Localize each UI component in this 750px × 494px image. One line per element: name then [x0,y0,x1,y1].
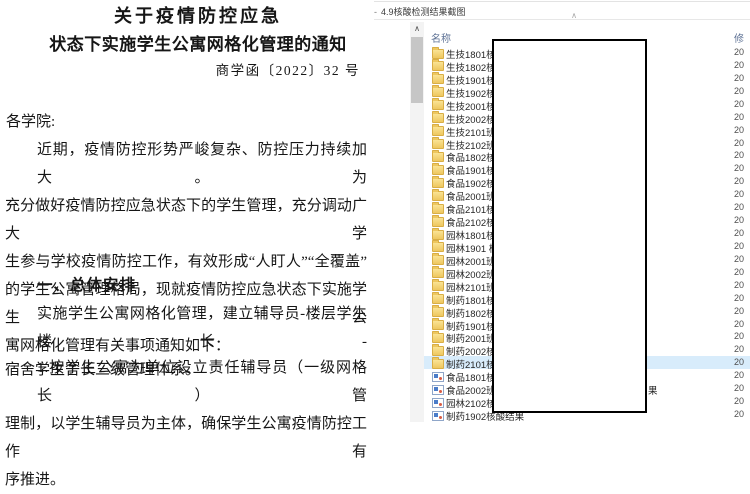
folder-icon [432,126,444,136]
file-date-fragment: 20 [734,138,744,148]
sort-ascending-icon[interactable]: ∧ [566,12,582,20]
file-date-fragment: 20 [734,331,744,341]
folder-icon [432,178,444,188]
doc-number: 商学函〔2022〕32 号 [0,59,360,79]
file-date-fragment: 20 [734,189,744,199]
folder-icon [432,113,444,123]
file-date-fragment: 20 [734,60,744,70]
doc-line: 充分做好疫情防控应急状态下的学生管理，充分调动广大学 [5,192,367,248]
folder-icon [432,191,444,201]
file-name-tail: 果 [648,383,658,397]
file-date-fragment: 20 [734,241,744,251]
doc-salutation: 各学院: [6,110,55,131]
doc-line: 理制，以学生辅导员为主体，确保学生公寓疫情防控工作有 [5,410,367,466]
scroll-up-icon[interactable]: ∧ [410,24,424,33]
doc-title-line2: 状态下实施学生公寓网格化管理的通知 [0,30,396,55]
scrollbar-thumb[interactable] [411,37,423,103]
file-date-fragment: 20 [734,228,744,238]
folder-icon [432,320,444,330]
file-date-fragment: 20 [734,99,744,109]
folder-icon [432,139,444,149]
document-pane: 关于疫情防控应急 状态下实施学生公寓网格化管理的通知 商学函〔2022〕32 号… [0,0,396,422]
file-date-fragment: 20 [734,357,744,367]
file-date-fragment: 20 [734,86,744,96]
folder-icon [432,230,444,240]
file-date-fragment: 20 [734,396,744,406]
folder-icon [432,204,444,214]
folder-icon [432,242,444,252]
breadcrumb-separator: - [374,7,377,17]
column-header-name[interactable]: 名称 [431,30,451,45]
file-date-fragment: 20 [734,73,744,83]
file-date-fragment: 20 [734,370,744,380]
file-date-fragment: 20 [734,409,744,419]
panel-title-row: -4.9核酸检测结果截图 [374,5,466,18]
file-date-fragment: 20 [734,267,744,277]
file-date-fragment: 20 [734,319,744,329]
redaction-box [492,39,647,413]
folder-icon [432,346,444,356]
document-icon [432,398,444,408]
document-icon [432,411,444,421]
doc-line: 近期，疫情防控形势严峻复杂、防控压力持续加大。为 [5,136,367,192]
file-date-fragment: 20 [734,47,744,57]
folder-icon [432,333,444,343]
document-icon [432,385,444,395]
panel-top-border [374,1,750,2]
doc-paragraph-3: 1.按学生公寓为单位设立责任辅导员（一级网格长）管 理制，以学生辅导员为主体，确… [5,354,367,494]
folder-icon [432,217,444,227]
folder-icon [432,294,444,304]
folder-icon [432,100,444,110]
doc-line: 1.按学生公寓为单位设立责任辅导员（一级网格长）管 [5,354,367,410]
file-date-fragment: 20 [734,125,744,135]
folder-icon [432,165,444,175]
file-date-fragment: 20 [734,202,744,212]
document-icon [432,372,444,382]
doc-line: 实施学生公寓网格化管理，建立辅导员-楼层学生楼长- [5,300,367,356]
folder-icon [432,152,444,162]
folder-icon [432,87,444,97]
doc-line: 序推进。 [5,466,367,494]
file-date-fragment: 20 [734,254,744,264]
folder-icon [432,359,444,369]
panel-title[interactable]: 4.9核酸检测结果截图 [381,7,466,17]
file-date-fragment: 20 [734,383,744,393]
doc-title-line1: 关于疫情防控应急 [0,2,396,28]
folder-icon [432,49,444,59]
column-header-modified[interactable]: 修 [734,30,744,45]
file-date-fragment: 20 [734,176,744,186]
folder-icon [432,74,444,84]
file-date-fragment: 20 [734,280,744,290]
file-date-fragment: 20 [734,112,744,122]
file-date-fragment: 20 [734,163,744,173]
file-date-fragment: 20 [734,215,744,225]
folder-icon [432,268,444,278]
file-date-fragment: 20 [734,306,744,316]
file-date-fragment: 20 [734,150,744,160]
folder-icon [432,307,444,317]
file-date-fragment: 20 [734,293,744,303]
doc-section-heading: 一、总体安排 [37,272,136,300]
folder-icon [432,281,444,291]
folder-icon [432,255,444,265]
file-date-fragment: 20 [734,344,744,354]
folder-icon [432,61,444,71]
panel-title-divider [374,19,750,20]
scrollbar[interactable]: ∧ [410,22,424,422]
